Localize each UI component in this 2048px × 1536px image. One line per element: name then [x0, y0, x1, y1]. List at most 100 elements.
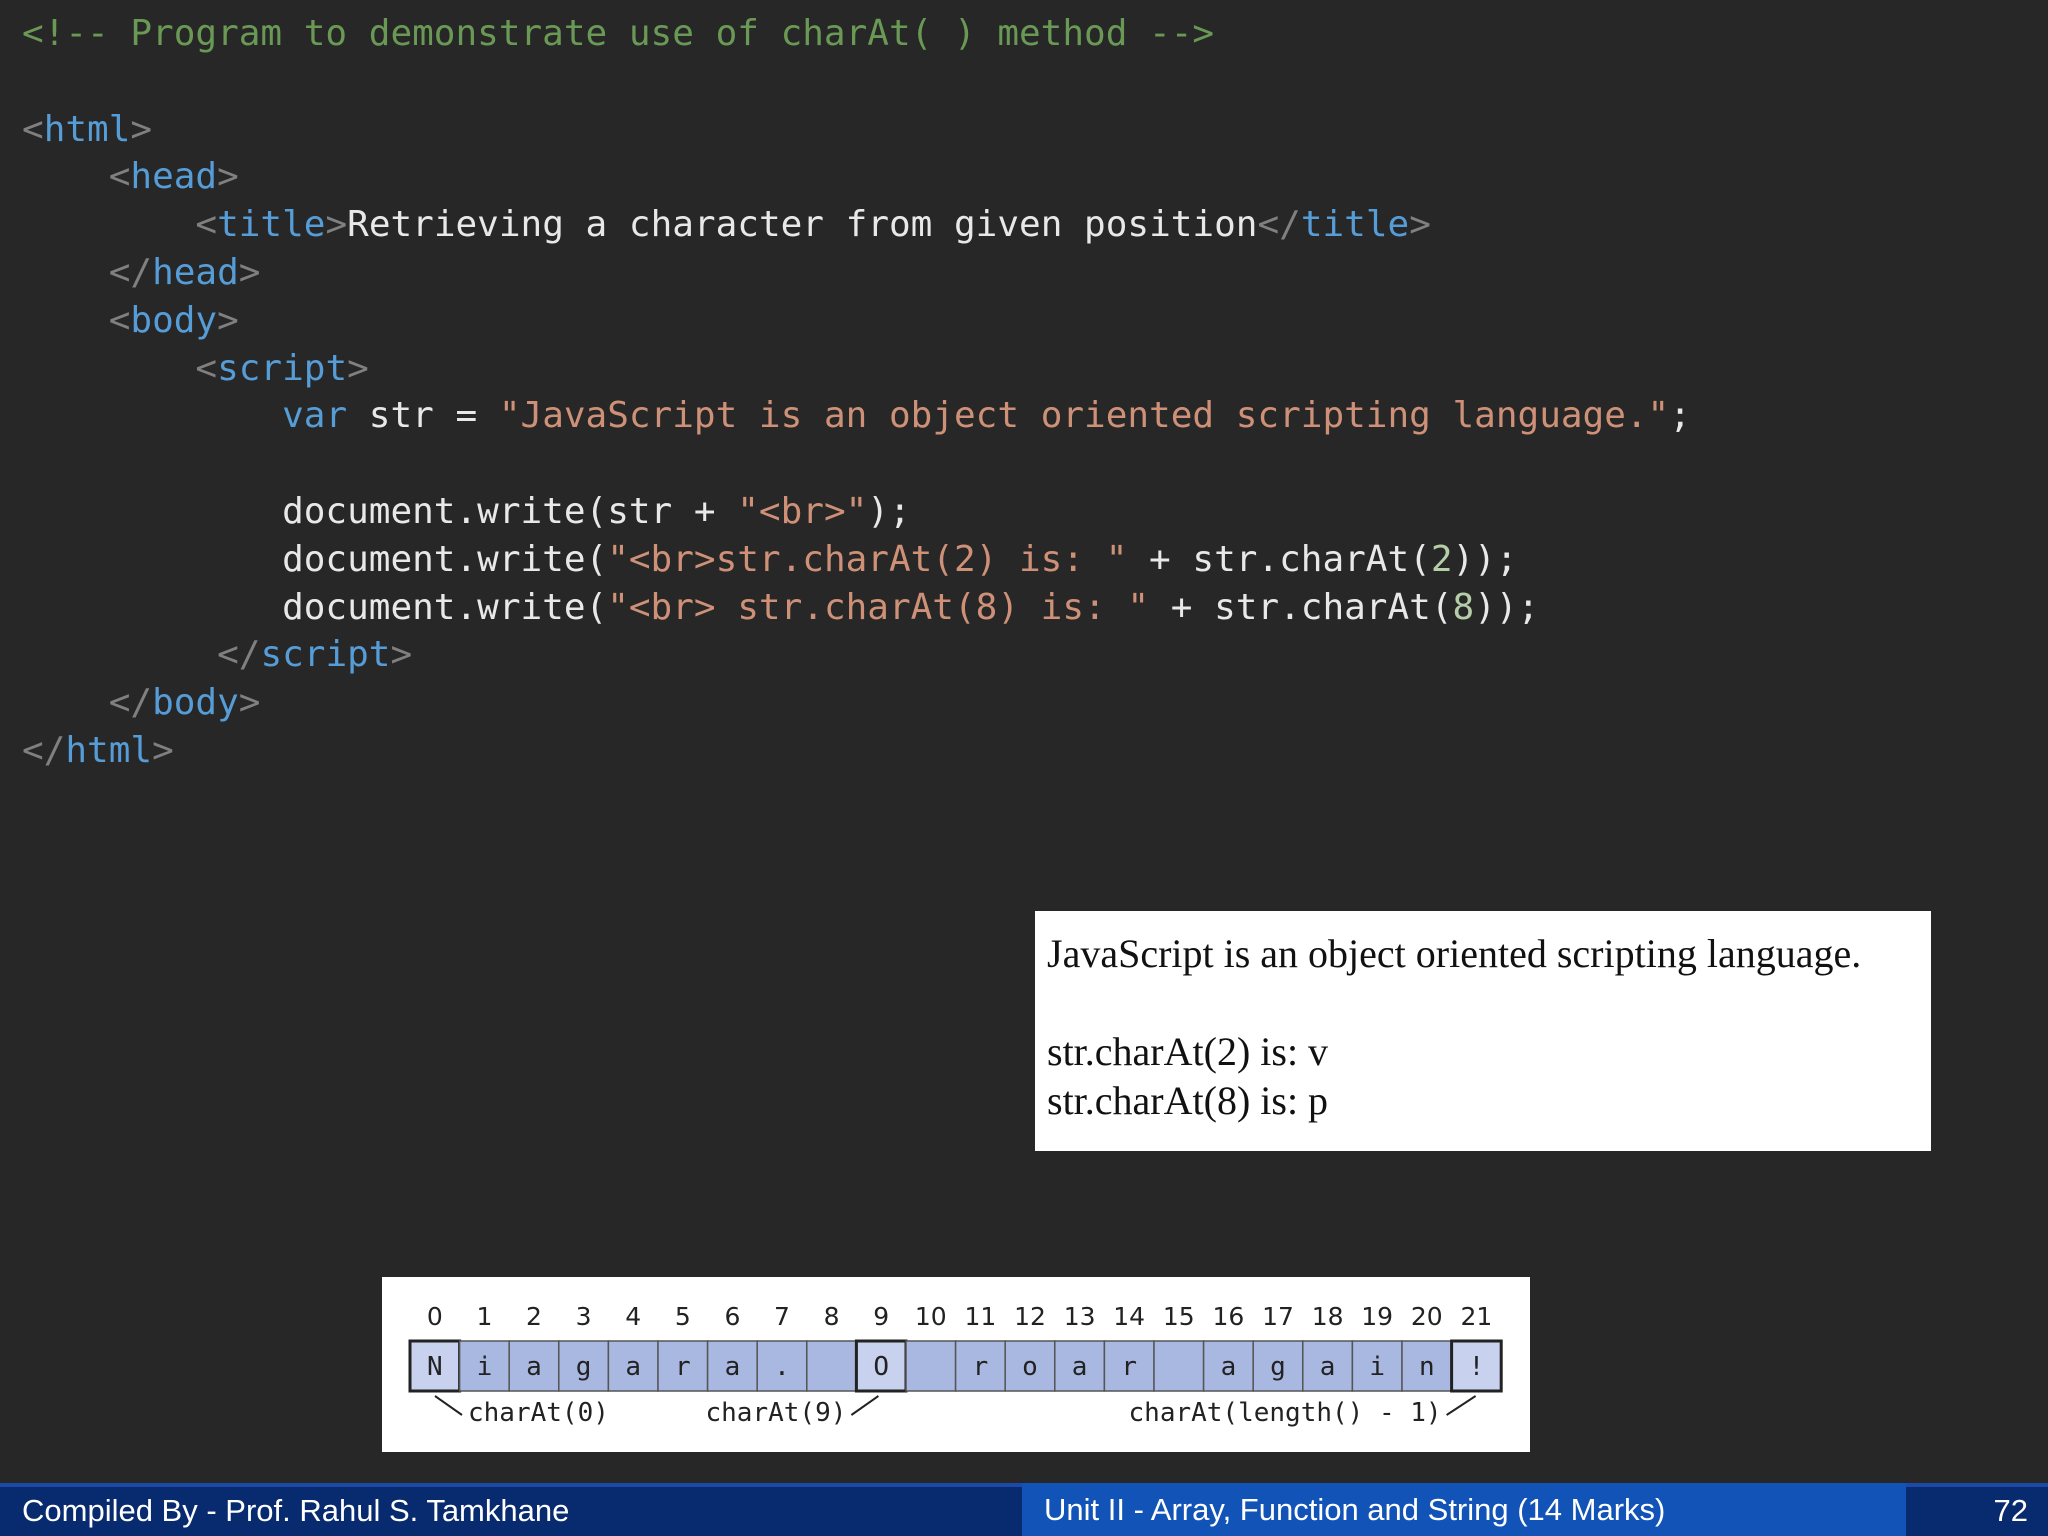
- code-token-br: >: [1409, 204, 1431, 246]
- char-label: i: [1369, 1352, 1385, 1382]
- char-label: n: [1419, 1352, 1435, 1382]
- code-token-num: 2: [1430, 538, 1453, 580]
- code-token-tag: head: [130, 156, 218, 198]
- code-token-br: </: [22, 729, 66, 771]
- code-token-str: "<br> str.charAt(8) is: ": [607, 586, 1150, 628]
- index-label: 8: [824, 1302, 840, 1331]
- browser-output-panel: JavaScript is an object oriented scripti…: [1035, 911, 1931, 1151]
- code-token-br: </: [108, 251, 153, 293]
- code-line: document.write(str + "<br>");: [22, 488, 1691, 536]
- code-token-str: "<br>str.charAt(2) is: ": [607, 538, 1128, 580]
- code-token-txt: ));: [1452, 538, 1518, 580]
- char-label: a: [1221, 1352, 1237, 1382]
- index-label: 17: [1262, 1302, 1294, 1331]
- footer-unit-title: Unit II - Array, Function and String (14…: [1022, 1483, 1906, 1536]
- code-token-br: >: [325, 204, 348, 246]
- charat-0-label: charAt(0): [468, 1398, 609, 1428]
- output-line-charat-8: str.charAt(8) is: p: [1047, 1078, 1329, 1123]
- code-token-cmt: <!-- Program to demonstrate use of charA…: [22, 13, 1215, 54]
- code-token-br: <: [108, 299, 131, 341]
- index-label: 15: [1163, 1302, 1195, 1331]
- char-label: O: [873, 1352, 889, 1382]
- code-line: </head>: [22, 249, 1691, 297]
- char-cell: [1153, 1340, 1205, 1392]
- code-token-br: <: [22, 108, 44, 150]
- code-token-br: >: [238, 251, 261, 293]
- index-label: 21: [1460, 1302, 1492, 1331]
- code-token-tag: html: [43, 108, 131, 150]
- char-label: a: [526, 1352, 542, 1382]
- code-token-tag: script: [217, 347, 348, 389]
- code-line: <head>: [22, 153, 1691, 201]
- code-token-tag: body: [130, 299, 218, 341]
- pointer-line: [850, 1395, 879, 1416]
- char-label: g: [1270, 1352, 1286, 1382]
- code-token-txt: ));: [1474, 586, 1540, 628]
- code-token-tag: head: [152, 251, 239, 293]
- index-label: 10: [915, 1302, 947, 1331]
- code-token-br: >: [130, 108, 153, 150]
- code-line: </script>: [22, 631, 1691, 679]
- code-line: </body>: [22, 679, 1691, 727]
- output-line-sentence: JavaScript is an object oriented scripti…: [1047, 931, 1862, 976]
- index-label: 12: [1014, 1302, 1046, 1331]
- code-line: <body>: [22, 297, 1691, 345]
- index-label: 7: [774, 1302, 790, 1331]
- code-token-br: >: [390, 634, 413, 676]
- charat-diagram-svg: 0 N 1 i 2 a 3 g 4 a 5 r 6 a 7. 8 9 O 10 11 r 12 o 13 a 14 r 15 16 a 17…: [408, 1302, 1503, 1428]
- code-token-br: </: [108, 682, 153, 724]
- code-token-tag: title: [217, 204, 326, 246]
- code-token-str: "JavaScript is an object oriented script…: [498, 395, 1670, 437]
- index-label: 9: [873, 1302, 889, 1331]
- char-label: N: [427, 1352, 443, 1382]
- char-cell: [806, 1340, 858, 1392]
- index-label: 1: [476, 1302, 492, 1331]
- code-token-num: 8: [1452, 586, 1475, 628]
- index-label: 13: [1064, 1302, 1096, 1331]
- code-token-kw: var: [282, 395, 348, 437]
- index-label: 6: [724, 1302, 740, 1331]
- index-label: 3: [576, 1302, 592, 1331]
- code-token-br: >: [152, 729, 174, 771]
- index-label: 14: [1113, 1302, 1145, 1331]
- code-line: var str = "JavaScript is an object orien…: [22, 392, 1691, 440]
- char-label: r: [973, 1352, 989, 1382]
- code-token-br: >: [238, 682, 261, 724]
- code-line: document.write("<br>str.charAt(2) is: " …: [22, 536, 1691, 584]
- code-token-tag: html: [65, 729, 153, 771]
- code-line: </html>: [22, 727, 1691, 775]
- charat-9-label: charAt(9): [706, 1398, 847, 1428]
- char-label: g: [576, 1352, 592, 1382]
- code-token-txt: document.write(: [22, 586, 608, 628]
- index-label: 19: [1361, 1302, 1393, 1331]
- index-label: 16: [1212, 1302, 1244, 1331]
- code-listing: <!-- Program to demonstrate use of charA…: [22, 10, 1691, 775]
- char-label: o: [1022, 1352, 1038, 1382]
- code-token-txt: ;: [1669, 395, 1691, 437]
- code-token-txt: document.write(: [22, 538, 608, 580]
- char-label: r: [1121, 1352, 1137, 1382]
- charat-index-diagram: 0 N 1 i 2 a 3 g 4 a 5 r 6 a 7. 8 9 O 10 11 r 12 o 13 a 14 r 15 16 a 17…: [382, 1277, 1530, 1452]
- index-label: 2: [526, 1302, 542, 1331]
- output-line-charat-2: str.charAt(2) is: v: [1047, 1029, 1329, 1074]
- code-token-tag: title: [1300, 204, 1410, 246]
- footer-page-number: 72: [1906, 1483, 2048, 1536]
- code-token-txt: + str.charAt(: [1149, 586, 1453, 628]
- char-label: a: [725, 1352, 741, 1382]
- char-label: r: [675, 1352, 691, 1382]
- char-label: a: [625, 1352, 641, 1382]
- code-token-br: >: [217, 299, 239, 341]
- index-label: 18: [1312, 1302, 1344, 1331]
- output-line-blank: [1047, 978, 1919, 1027]
- char-cell: [905, 1340, 957, 1392]
- footer-author: Compiled By - Prof. Rahul S. Tamkhane: [0, 1483, 1022, 1536]
- code-token-txt: + str.charAt(: [1127, 538, 1431, 580]
- code-token-txt: str =: [347, 395, 499, 437]
